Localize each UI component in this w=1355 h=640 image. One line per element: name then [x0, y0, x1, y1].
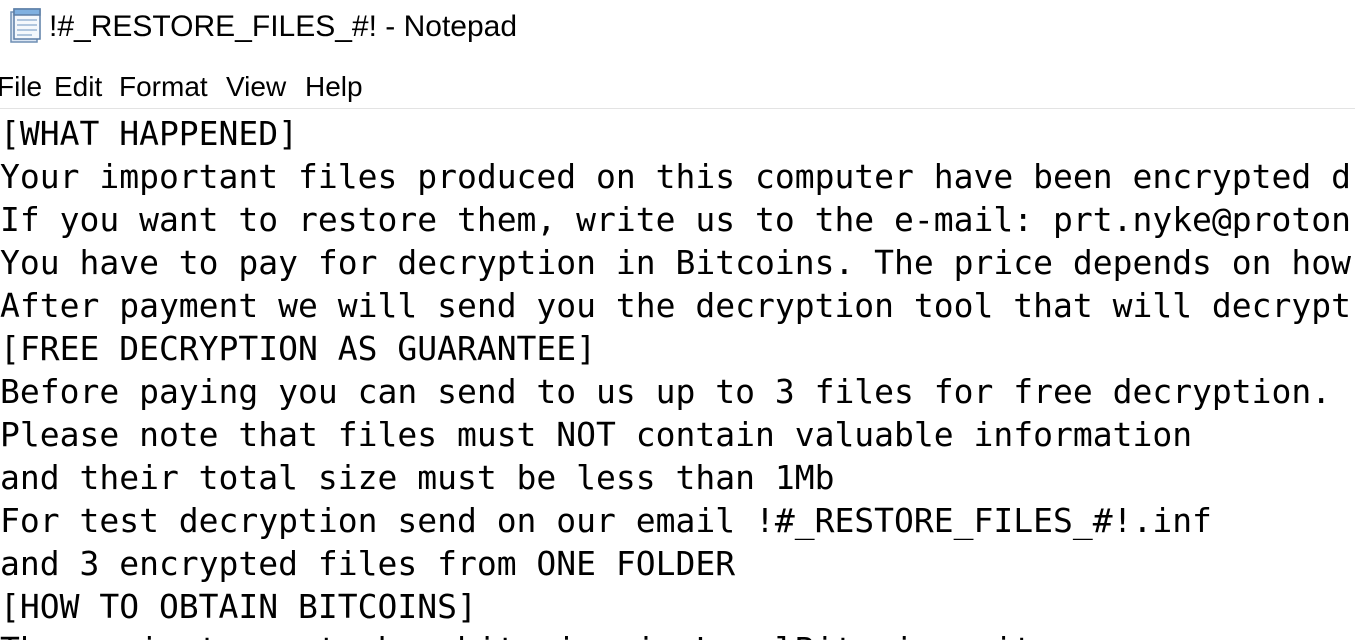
text-line: Your important files produced on this co… [0, 157, 1352, 196]
menu-bar: File Edit Format View Help [0, 66, 1355, 109]
text-line: The easiest way to buy bitcoins is Local… [0, 628, 1053, 640]
text-line: If you want to restore them, write us to… [0, 200, 1352, 239]
text-line: [FREE DECRYPTION AS GUARANTEE] [0, 329, 597, 368]
text-line: [WHAT HAPPENED] [0, 114, 299, 153]
window-title: !#_RESTORE_FILES_#! - Notepad [49, 10, 518, 43]
text-line: and 3 encrypted files from ONE FOLDER [0, 544, 736, 583]
text-line: [HOW TO OBTAIN BITCOINS] [0, 587, 477, 626]
notepad-window: !#_RESTORE_FILES_#! - Notepad File Edit … [0, 0, 1355, 640]
menu-file[interactable]: File [0, 69, 42, 105]
menu-help[interactable]: Help [305, 69, 363, 105]
text-line: After payment we will send you the decry… [0, 286, 1352, 325]
text-editor-area[interactable]: [WHAT HAPPENED] Your important files pro… [0, 109, 1355, 640]
notepad-icon [10, 8, 41, 43]
text-line: Please note that files must NOT contain … [0, 415, 1193, 454]
menu-format[interactable]: Format [119, 69, 208, 105]
text-line: Before paying you can send to us up to 3… [0, 372, 1332, 411]
text-line: and their total size must be less than 1… [0, 458, 835, 497]
title-bar[interactable]: !#_RESTORE_FILES_#! - Notepad [0, 0, 1355, 56]
text-line: For test decryption send on our email !#… [0, 501, 1212, 540]
menu-view[interactable]: View [226, 69, 286, 105]
menu-edit[interactable]: Edit [54, 69, 102, 105]
text-line: You have to pay for decryption in Bitcoi… [0, 243, 1352, 282]
